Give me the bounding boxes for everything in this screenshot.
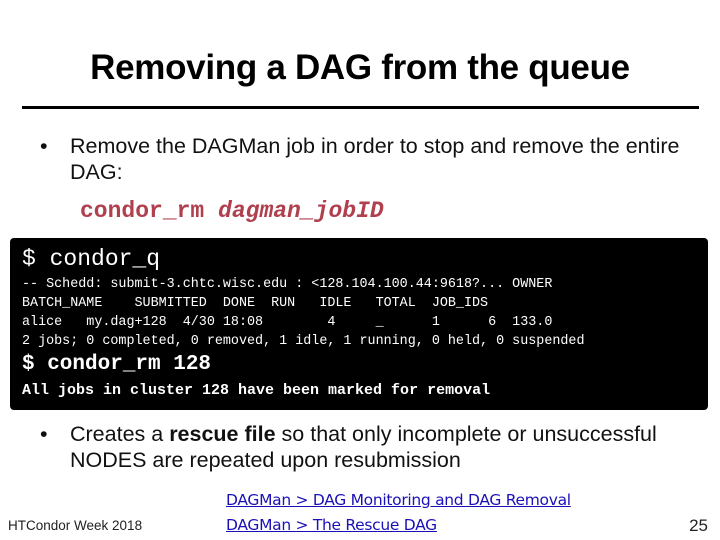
terminal-job-row: alice my.dag+128 4/30 18:08 4 _ 1 6 133.…: [22, 315, 553, 330]
terminal-summary-line: 2 jobs; 0 completed, 0 removed, 1 idle, …: [22, 334, 585, 349]
link-rescue-dag[interactable]: DAGMan > The Rescue DAG: [226, 513, 571, 538]
bullet-rescue-file: • Creates a rescue file so that only inc…: [40, 421, 702, 473]
link-dag-monitoring-removal[interactable]: DAGMan > DAG Monitoring and DAG Removal: [226, 488, 571, 513]
terminal-condor-q-command: $ condor_q: [22, 246, 161, 272]
title-divider: [22, 106, 699, 109]
terminal-condor-rm-command: $ condor_rm 128: [22, 353, 212, 376]
command-argument: dagman_jobID: [218, 198, 384, 224]
command-example: condor_rm dagman_jobID: [80, 196, 384, 226]
bullet-emphasis: rescue file: [169, 422, 276, 446]
page-number: 25: [689, 516, 708, 535]
bullet-text: Remove the DAGMan job in order to stop a…: [70, 134, 680, 184]
terminal-removal-message: All jobs in cluster 128 have been marked…: [22, 382, 491, 399]
bullet-text: Creates a rescue file so that only incom…: [42, 421, 702, 473]
slide-title: Removing a DAG from the queue: [90, 48, 630, 87]
bullet-remove-dagman: • Remove the DAGMan job in order to stop…: [40, 133, 682, 185]
bullet-icon: •: [40, 134, 48, 158]
terminal-header-row: BATCH_NAME SUBMITTED DONE RUN IDLE TOTAL…: [22, 296, 489, 311]
bullet-icon: •: [40, 422, 48, 446]
command-name: condor_rm: [80, 198, 205, 224]
reference-links: DAGMan > DAG Monitoring and DAG Removal …: [226, 488, 571, 538]
terminal-schedd-line: -- Schedd: submit-3.chtc.wisc.edu : <128…: [22, 277, 553, 292]
footer-event-name: HTCondor Week 2018: [8, 518, 143, 533]
terminal-output: $ condor_q -- Schedd: submit-3.chtc.wisc…: [10, 238, 708, 410]
bullet-text-start: Creates a: [70, 422, 170, 446]
